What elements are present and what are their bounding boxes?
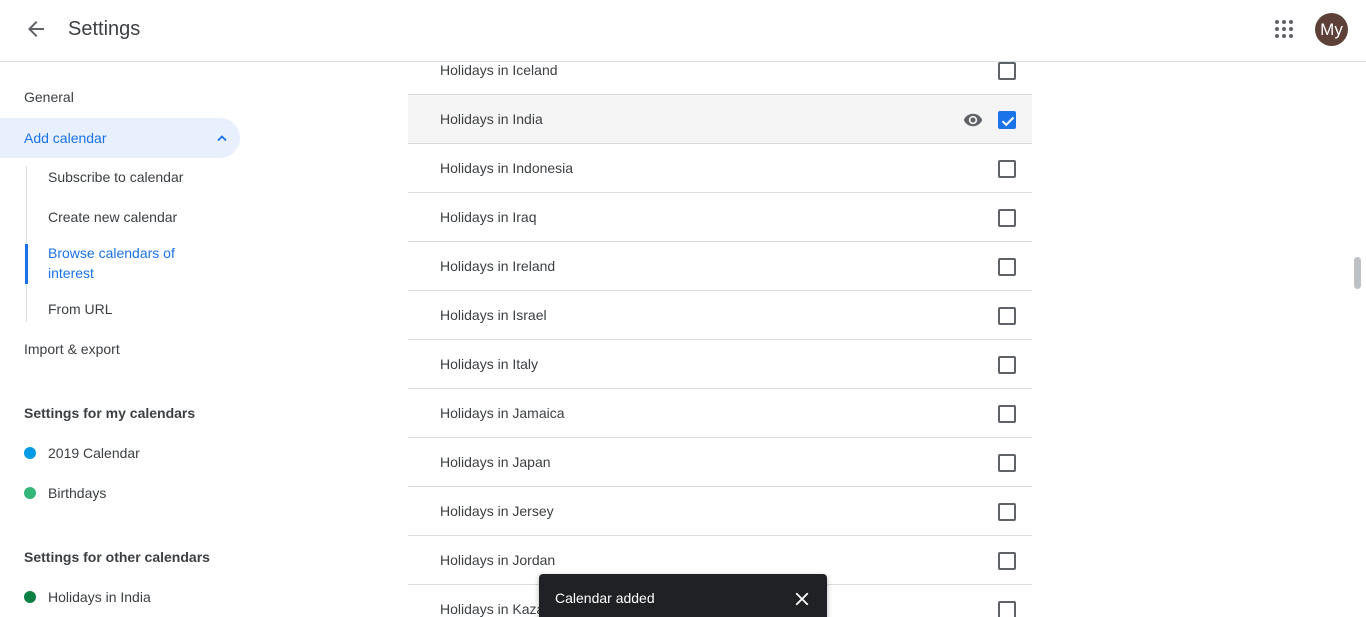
snackbar: Calendar added — [539, 574, 827, 617]
checkbox-unchecked[interactable] — [998, 601, 1016, 617]
calendar-row[interactable]: Holidays in Israel — [408, 291, 1032, 340]
calendar-row-label: Holidays in Iceland — [440, 62, 558, 78]
calendar-color-dot — [24, 591, 36, 603]
submenu-active-indicator — [25, 244, 28, 284]
checkbox-unchecked[interactable] — [998, 405, 1016, 423]
eye-icon[interactable] — [962, 110, 984, 130]
settings-sidebar: General Add calendar Subscribe to calend… — [0, 62, 260, 617]
calendar-row[interactable]: Holidays in Iceland — [408, 46, 1032, 95]
calendar-color-dot — [24, 447, 36, 459]
chevron-up-icon — [217, 135, 227, 142]
checkmark-icon — [1001, 116, 1015, 127]
back-arrow-icon — [28, 21, 44, 37]
my-calendar-item[interactable]: 2019 Calendar — [48, 443, 140, 463]
other-calendars-heading: Settings for other calendars — [24, 549, 210, 565]
checkbox-unchecked[interactable] — [998, 454, 1016, 472]
calendar-row-label: Holidays in India — [440, 111, 543, 127]
checkbox-unchecked[interactable] — [998, 552, 1016, 570]
calendar-row[interactable]: Holidays in India — [408, 95, 1032, 144]
checkbox-unchecked[interactable] — [998, 160, 1016, 178]
calendar-row-label: Holidays in Jersey — [440, 503, 554, 519]
nav-general[interactable]: General — [24, 87, 74, 107]
checkbox-checked[interactable] — [998, 111, 1016, 129]
nav-subscribe-to-calendar[interactable]: Subscribe to calendar — [48, 167, 183, 187]
account-avatar[interactable]: My — [1315, 13, 1348, 46]
calendar-row[interactable]: Holidays in Italy — [408, 340, 1032, 389]
checkbox-unchecked[interactable] — [998, 62, 1016, 80]
checkbox-unchecked[interactable] — [998, 307, 1016, 325]
calendar-row-label: Holidays in Italy — [440, 356, 539, 372]
my-calendars-heading: Settings for my calendars — [24, 405, 196, 421]
nav-from-url[interactable]: From URL — [48, 299, 113, 319]
calendar-row[interactable]: Holidays in Jamaica — [408, 389, 1032, 438]
nav-browse-calendars[interactable]: Browse calendars of interest — [48, 243, 218, 283]
calendar-row-label: Holidays in Jamaica — [440, 405, 565, 421]
calendar-row-label: Holidays in Israel — [440, 307, 547, 323]
calendar-row[interactable]: Holidays in Iraq — [408, 193, 1032, 242]
snackbar-message: Calendar added — [555, 590, 655, 606]
checkbox-unchecked[interactable] — [998, 209, 1016, 227]
calendar-row-label: Holidays in Ireland — [440, 258, 556, 274]
my-calendar-item[interactable]: Birthdays — [48, 483, 106, 503]
calendar-row-label: Holidays in Iraq — [440, 209, 537, 225]
calendar-row-label: Holidays in Japan — [440, 454, 551, 470]
calendar-color-dot — [24, 487, 36, 499]
nav-add-calendar-label: Add calendar — [24, 130, 107, 146]
page-title: Settings — [68, 18, 141, 40]
checkbox-unchecked[interactable] — [998, 356, 1016, 374]
checkbox-unchecked[interactable] — [998, 258, 1016, 276]
nav-import-export[interactable]: Import & export — [24, 339, 120, 359]
scrollbar-thumb[interactable] — [1354, 257, 1361, 289]
back-button[interactable] — [20, 13, 52, 45]
nav-create-new-calendar[interactable]: Create new calendar — [48, 207, 177, 227]
checkbox-unchecked[interactable] — [998, 503, 1016, 521]
close-icon[interactable] — [791, 588, 813, 610]
calendar-row[interactable]: Holidays in Ireland — [408, 242, 1032, 291]
calendar-row[interactable]: Holidays in Jersey — [408, 487, 1032, 536]
nav-add-calendar[interactable]: Add calendar — [0, 118, 240, 158]
holiday-calendar-list: Holidays in Iceland Holidays in India Holi… — [408, 46, 1032, 617]
calendar-row-label: Holidays in Indonesia — [440, 160, 574, 176]
calendar-row-label: Holidays in Jordan — [440, 552, 556, 568]
other-calendar-item[interactable]: Holidays in India — [48, 587, 151, 607]
calendar-row[interactable]: Holidays in Indonesia — [408, 144, 1032, 193]
apps-grid-icon — [1275, 20, 1293, 38]
calendar-row[interactable]: Holidays in Japan — [408, 438, 1032, 487]
google-apps-button[interactable] — [1268, 13, 1300, 45]
